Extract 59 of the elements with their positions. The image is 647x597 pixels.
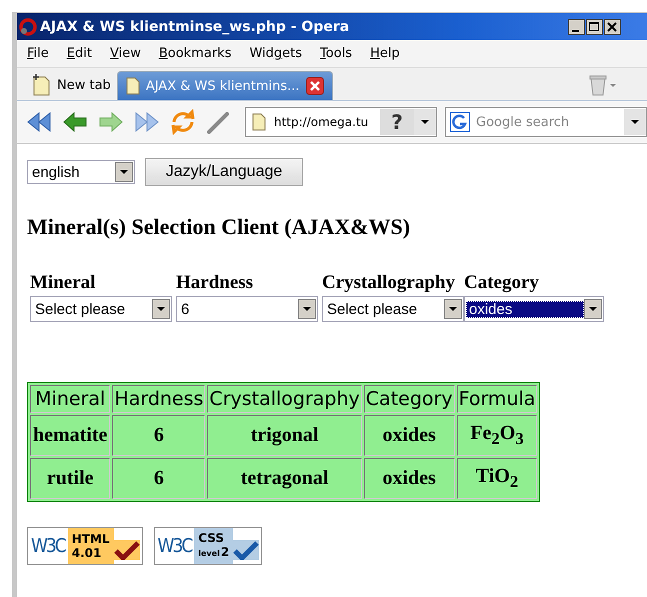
back-arrow-icon[interactable] bbox=[61, 109, 89, 135]
table-cell: 6 bbox=[112, 415, 206, 456]
table-cell: tetragonal bbox=[207, 458, 362, 499]
table-cell: oxides bbox=[364, 458, 455, 499]
checkmark-icon bbox=[114, 540, 140, 560]
badge-text: 4.01 bbox=[72, 546, 102, 560]
table-cell: rutile bbox=[30, 458, 110, 499]
column-header: Hardness bbox=[112, 385, 206, 413]
rewind-icon[interactable] bbox=[25, 109, 53, 135]
menu-item[interactable]: View bbox=[110, 46, 141, 61]
dropdown-field[interactable]: Select please bbox=[322, 296, 464, 322]
menu-item[interactable]: Bookmarks bbox=[158, 46, 232, 61]
close-button[interactable] bbox=[604, 18, 621, 34]
menu-item[interactable]: Edit bbox=[66, 46, 92, 61]
table-cell: TiO$_{2}$ bbox=[456, 458, 538, 499]
window-title: AJAX & WS klientminse_ws.php - Opera bbox=[40, 18, 350, 34]
app-logo-icon bbox=[19, 18, 37, 36]
menu-item[interactable]: Widgets bbox=[249, 46, 302, 61]
column-header: Crystallography bbox=[207, 385, 362, 413]
dropdown-field[interactable]: english bbox=[27, 160, 135, 184]
badge-text: 2 bbox=[220, 545, 230, 559]
table-cell: oxides bbox=[364, 415, 455, 456]
menu-item[interactable]: Tools bbox=[320, 46, 352, 61]
close-tab-button[interactable] bbox=[306, 77, 324, 95]
document-icon bbox=[252, 113, 266, 131]
help-button[interactable]: ? bbox=[380, 109, 414, 135]
filter-label: Category bbox=[464, 272, 540, 295]
filter-label: Mineral bbox=[30, 272, 96, 295]
address-field[interactable]: http://omega.tu ? bbox=[245, 107, 437, 137]
maximize-button[interactable] bbox=[586, 18, 603, 34]
language-button[interactable]: Jazyk/Language bbox=[145, 158, 303, 186]
dropdown-field[interactable]: Select please bbox=[30, 296, 172, 322]
document-icon bbox=[126, 77, 140, 95]
address-text: http://omega.tu bbox=[274, 115, 370, 129]
new-tab-button[interactable]: New tab bbox=[31, 70, 111, 100]
table-cell: 6 bbox=[112, 458, 206, 499]
fast-forward-icon[interactable] bbox=[133, 109, 161, 135]
table-cell: Fe$_{2}$O$_{3}$ bbox=[456, 415, 538, 456]
badge-text: CSS bbox=[198, 531, 226, 545]
search-field[interactable]: Google search bbox=[445, 107, 647, 137]
menu-item[interactable]: Help bbox=[370, 46, 400, 61]
page-heading: Mineral(s) Selection Client (AJAX&WS) bbox=[27, 214, 410, 240]
column-header: Formula bbox=[456, 385, 538, 413]
google-icon bbox=[450, 112, 470, 132]
table-cell: hematite bbox=[30, 415, 110, 456]
filter-label: Hardness bbox=[176, 272, 254, 295]
menu-item[interactable]: File bbox=[27, 46, 49, 61]
column-header: Mineral bbox=[30, 385, 110, 413]
checkmark-icon bbox=[233, 540, 260, 560]
dropdown-field[interactable]: oxides bbox=[464, 296, 604, 322]
filter-label: Crystallography bbox=[322, 272, 456, 295]
dropdown-field[interactable]: 6 bbox=[176, 296, 318, 322]
table-cell: trigonal bbox=[207, 415, 362, 456]
document-plus-icon bbox=[31, 73, 51, 97]
badge-text: HTML bbox=[72, 532, 110, 546]
column-header: Category bbox=[364, 385, 455, 413]
minimize-button[interactable] bbox=[568, 18, 585, 34]
tab[interactable]: AJAX & WS klientmins... bbox=[116, 71, 333, 100]
badge-text: level bbox=[198, 548, 220, 560]
